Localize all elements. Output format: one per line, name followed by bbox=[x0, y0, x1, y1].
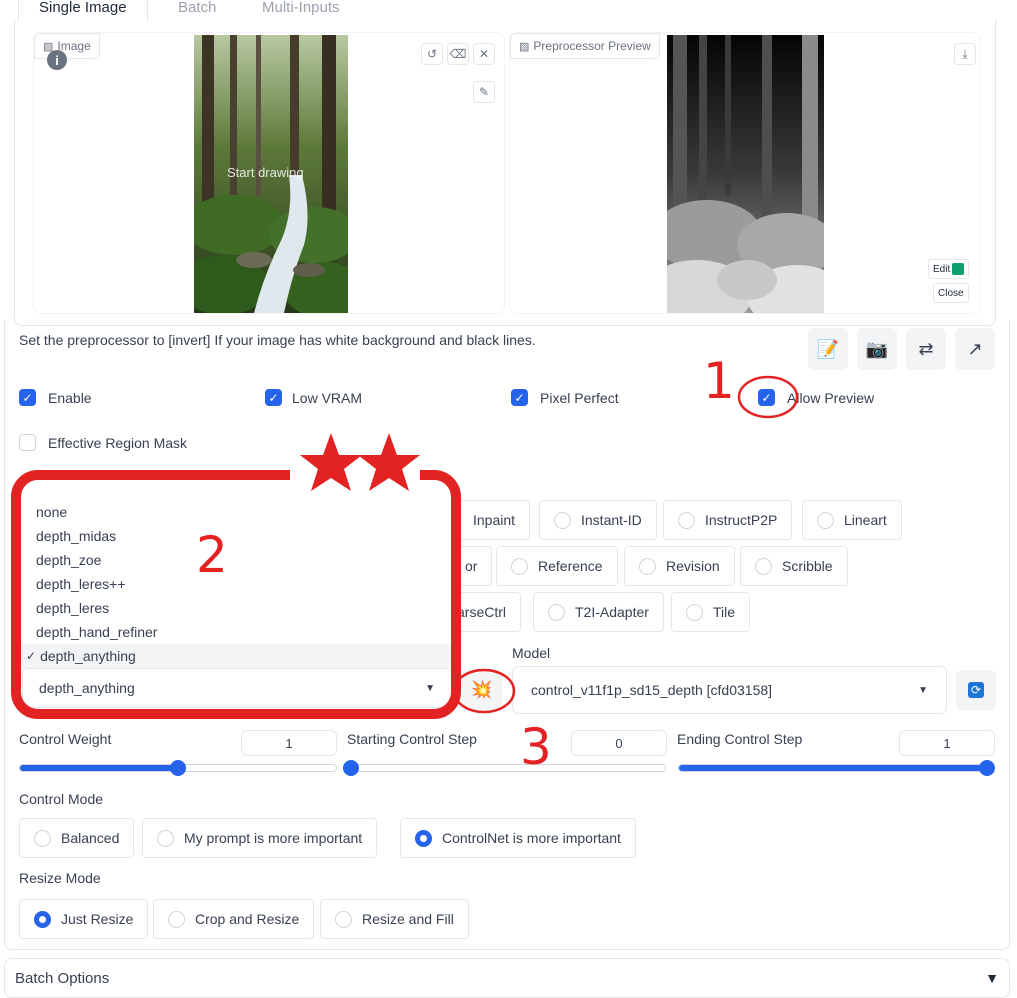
edit-app-icon bbox=[952, 263, 965, 275]
eraser-icon[interactable]: ⌫ bbox=[447, 43, 469, 65]
tab-multi-inputs[interactable]: Multi-Inputs bbox=[242, 0, 360, 22]
info-icon[interactable]: i bbox=[47, 50, 67, 70]
image-input-panel[interactable]: ▨ Image Start drawing ↺ ⌫ ✕ ✎ bbox=[33, 32, 505, 314]
image-icon: ▨ bbox=[519, 40, 530, 53]
download-icon[interactable]: ⤓ bbox=[954, 43, 976, 65]
undo-icon[interactable]: ↺ bbox=[421, 43, 443, 65]
preprocessor-preview-panel: ▨ Preprocessor Preview ⤓ Edit Close bbox=[509, 32, 981, 314]
preview-label-chip: ▨ Preprocessor Preview bbox=[510, 33, 660, 59]
controlnet-unit-panel bbox=[4, 320, 1010, 950]
tab-batch[interactable]: Batch bbox=[158, 0, 236, 22]
close-preview-button[interactable]: Close bbox=[933, 283, 969, 303]
depth-preview-image bbox=[667, 35, 824, 313]
image-label-chip: ▨ Image bbox=[34, 33, 100, 59]
annotation-number-2: 2 bbox=[196, 526, 228, 584]
batch-options-label: Batch Options bbox=[15, 969, 110, 987]
batch-options-accordion[interactable]: Batch Options ▼ bbox=[4, 958, 1010, 998]
tab-single-image[interactable]: Single Image bbox=[18, 0, 148, 22]
caret-down-icon: ▼ bbox=[985, 970, 999, 986]
edit-button[interactable]: Edit bbox=[928, 259, 970, 279]
edit-label: Edit bbox=[933, 263, 951, 275]
close-icon[interactable]: ✕ bbox=[473, 43, 495, 65]
annotation-number-3: 3 bbox=[520, 718, 552, 776]
brush-icon[interactable]: ✎ bbox=[473, 81, 495, 103]
annotation-number-1: 1 bbox=[703, 352, 735, 410]
preview-label: Preprocessor Preview bbox=[533, 39, 651, 53]
start-drawing-text: Start drawing bbox=[227, 165, 304, 180]
